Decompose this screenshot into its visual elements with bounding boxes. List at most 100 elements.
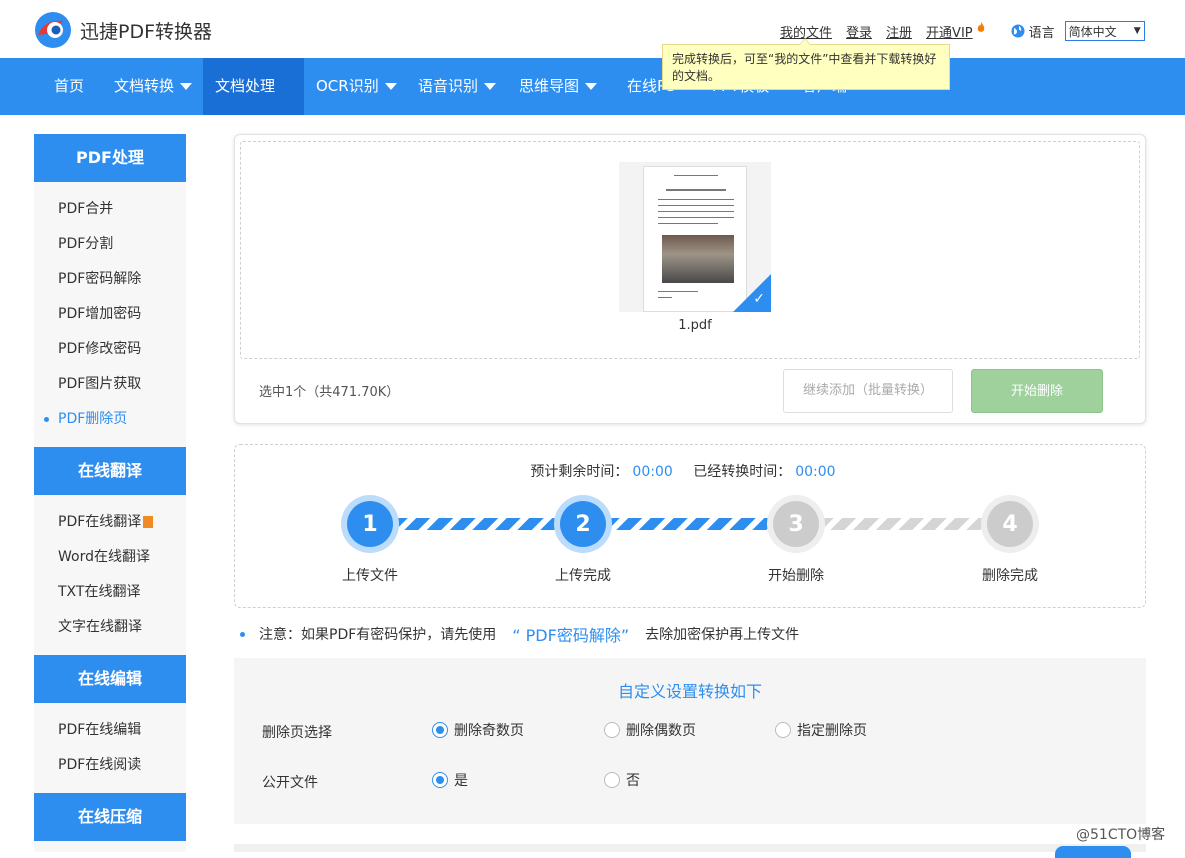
sidebar-list-pdf: PDF合并 PDF分割 PDF密码解除 PDF增加密码 PDF修改密码 PDF图… bbox=[34, 182, 186, 447]
sidebar-item-pdf-unlock[interactable]: PDF密码解除 bbox=[34, 262, 186, 297]
step-label: 上传文件 bbox=[342, 568, 398, 584]
nav-ocr-label: OCR识别 bbox=[316, 77, 379, 95]
sidebar-item-txt-translate[interactable]: TXT在线翻译 bbox=[34, 575, 186, 610]
sidebar-item-pdf-read[interactable]: PDF在线阅读 bbox=[34, 748, 186, 783]
sidebar-item-pdf-translate[interactable]: PDF在线翻译 bbox=[34, 505, 186, 540]
step-number: 2 bbox=[560, 501, 606, 547]
radio-button[interactable] bbox=[432, 772, 448, 788]
nav-home-label: 首页 bbox=[54, 77, 85, 95]
nav-ocr[interactable]: OCR识别 bbox=[304, 58, 409, 115]
register-link[interactable]: 注册 bbox=[886, 22, 912, 41]
preview-line bbox=[674, 175, 718, 176]
step-number: 3 bbox=[773, 501, 819, 547]
step-label: 删除完成 bbox=[982, 568, 1038, 584]
file-thumbnail[interactable]: ✓ bbox=[619, 162, 771, 312]
step-label: 上传完成 bbox=[555, 568, 611, 584]
preview-line bbox=[658, 211, 734, 212]
step-label: 开始删除 bbox=[768, 568, 824, 584]
sidebar-item-pdf-merge[interactable]: PDF合并 bbox=[34, 192, 186, 227]
settings-panel: 自定义设置转换如下 删除页选择 删除奇数页 删除偶数页 指定删除页 公开文件 是… bbox=[234, 658, 1146, 824]
radio-public-no[interactable]: 否 bbox=[604, 770, 640, 790]
start-delete-button[interactable]: 开始删除 bbox=[971, 369, 1103, 413]
step-number: 1 bbox=[347, 501, 393, 547]
sidebar: PDF处理 PDF合并 PDF分割 PDF密码解除 PDF增加密码 PDF修改密… bbox=[34, 134, 186, 852]
chevron-down-icon bbox=[585, 83, 598, 90]
note-suffix: 去除加密保护再上传文件 bbox=[645, 627, 800, 643]
preview-line bbox=[658, 291, 698, 292]
radio-button[interactable] bbox=[604, 722, 620, 738]
password-note: 注意：如果PDF有密码保护，请先使用 “ PDF密码解除” 去除加密保护再上传文… bbox=[240, 622, 799, 646]
chevron-down-icon bbox=[384, 83, 397, 90]
sidebar-item-pdf-edit[interactable]: PDF在线编辑 bbox=[34, 713, 186, 748]
sidebar-section-translate[interactable]: 在线翻译 bbox=[34, 447, 186, 495]
sidebar-section-edit[interactable]: 在线编辑 bbox=[34, 655, 186, 703]
radio-button[interactable] bbox=[604, 772, 620, 788]
sidebar-item-pdf-split[interactable]: PDF分割 bbox=[34, 227, 186, 262]
nav-doc-process[interactable]: 文档处理 bbox=[203, 58, 304, 147]
selected-corner bbox=[733, 274, 771, 312]
remaining-time-label: 预计剩余时间： bbox=[530, 464, 629, 480]
language-select[interactable]: 简体中文 ▼ bbox=[1064, 21, 1145, 41]
language-label: 语言 bbox=[1028, 25, 1055, 41]
login-link[interactable]: 登录 bbox=[846, 22, 872, 41]
radio-label: 指定删除页 bbox=[797, 723, 867, 739]
delete-mode-row: 删除页选择 删除奇数页 删除偶数页 指定删除页 bbox=[262, 720, 1122, 744]
sidebar-item-pdf-delete-pages[interactable]: PDF删除页 bbox=[34, 402, 186, 437]
file-drop-zone[interactable]: ✓ 1.pdf bbox=[240, 141, 1140, 359]
nav-mindmap-label: 思维导图 bbox=[519, 77, 580, 95]
sidebar-item-text-translate[interactable]: 文字在线翻译 bbox=[34, 610, 186, 645]
sidebar-item-pdf-extract-images[interactable]: PDF图片获取 bbox=[34, 367, 186, 402]
sidebar-item-word-translate[interactable]: Word在线翻译 bbox=[34, 540, 186, 575]
sidebar-item-pdf-add-password[interactable]: PDF增加密码 bbox=[34, 297, 186, 332]
hot-badge-icon bbox=[143, 516, 154, 528]
progress-card: 预计剩余时间： 00:00 已经转换时间： 00:00 1 2 3 4 上传文件 上… bbox=[234, 444, 1146, 608]
pdf-unlock-link[interactable]: “ PDF密码解除” bbox=[512, 622, 629, 646]
sidebar-list-translate: PDF在线翻译 Word在线翻译 TXT在线翻译 文字在线翻译 bbox=[34, 495, 186, 655]
public-file-label: 公开文件 bbox=[262, 775, 318, 791]
sidebar-item-pdf-translate-label: PDF在线翻译 bbox=[58, 514, 142, 530]
watermark: @51CTO博客 bbox=[1076, 827, 1166, 843]
chevron-down-icon bbox=[180, 83, 193, 90]
my-files-tooltip: 完成转换后，可至“我的文件”中查看并下载转换好的文档。 bbox=[662, 38, 950, 90]
flame-icon bbox=[977, 21, 984, 32]
floating-button[interactable] bbox=[1055, 846, 1131, 858]
radio-label: 删除奇数页 bbox=[454, 723, 524, 739]
delete-mode-label: 删除页选择 bbox=[262, 725, 332, 741]
time-info: 预计剩余时间： 00:00 已经转换时间： 00:00 bbox=[235, 461, 1147, 481]
nav-doc-convert-label: 文档转换 bbox=[114, 77, 175, 95]
radio-label: 删除偶数页 bbox=[626, 723, 696, 739]
pdf-page-preview bbox=[643, 166, 747, 312]
add-more-button[interactable]: 继续添加（批量转换） bbox=[783, 369, 953, 413]
radio-label: 否 bbox=[626, 773, 640, 789]
radio-button[interactable] bbox=[775, 722, 791, 738]
preview-image bbox=[662, 235, 734, 283]
nav-speech-label: 语音识别 bbox=[418, 77, 479, 95]
sidebar-list-edit: PDF在线编辑 PDF在线阅读 bbox=[34, 703, 186, 793]
sidebar-section-compress[interactable]: 在线压缩 bbox=[34, 793, 186, 841]
check-icon: ✓ bbox=[753, 291, 765, 307]
note-prefix: 注意：如果PDF有密码保护，请先使用 bbox=[259, 627, 497, 643]
radio-delete-even[interactable]: 删除偶数页 bbox=[604, 720, 696, 740]
radio-delete-odd[interactable]: 删除奇数页 bbox=[432, 720, 524, 740]
radio-label: 是 bbox=[454, 773, 468, 789]
bottom-section bbox=[234, 844, 1146, 852]
step-number: 4 bbox=[987, 501, 1033, 547]
nav-speech[interactable]: 语音识别 bbox=[406, 58, 508, 115]
radio-button[interactable] bbox=[432, 722, 448, 738]
top-header: 迅捷PDF转换器 我的文件 登录 注册 开通VIP 语言 简体中文 ▼ bbox=[0, 0, 1185, 58]
remaining-time-value: 00:00 bbox=[632, 464, 673, 480]
radio-public-yes[interactable]: 是 bbox=[432, 770, 468, 790]
chevron-down-icon bbox=[484, 83, 497, 90]
settings-title: 自定义设置转换如下 bbox=[617, 682, 762, 701]
nav-doc-process-label: 文档处理 bbox=[215, 77, 276, 95]
brand-name: 迅捷PDF转换器 bbox=[80, 21, 213, 43]
top-links: 我的文件 登录 注册 开通VIP 语言 简体中文 ▼ bbox=[780, 21, 1145, 41]
sidebar-section-pdf[interactable]: PDF处理 bbox=[34, 134, 186, 182]
radio-delete-specific[interactable]: 指定删除页 bbox=[775, 720, 867, 740]
nav-doc-convert[interactable]: 文档转换 bbox=[102, 58, 204, 115]
nav-home[interactable]: 首页 bbox=[42, 58, 96, 115]
language-value: 简体中文 bbox=[1068, 24, 1117, 39]
vip-link[interactable]: 开通VIP bbox=[926, 22, 973, 41]
sidebar-item-pdf-change-password[interactable]: PDF修改密码 bbox=[34, 332, 186, 367]
nav-mindmap[interactable]: 思维导图 bbox=[507, 58, 609, 115]
